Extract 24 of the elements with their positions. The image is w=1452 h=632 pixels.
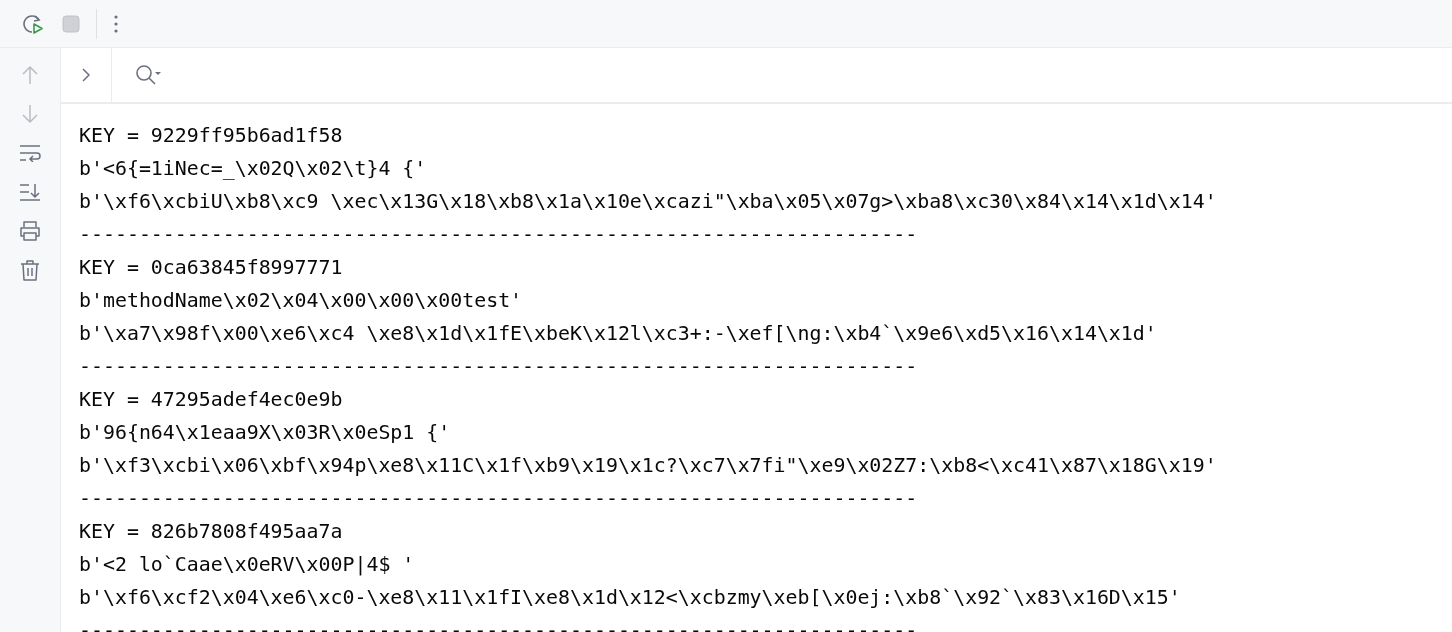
trash-icon[interactable] — [20, 259, 40, 281]
console-line: b'\xa7\x98f\x00\xe6\xc4 \xe8\x1d\x1fE\xbeK\x12l\xc3+:-\xef[\ng:\xb4`\x9e6\xd5\x16\x14\x1d' — [79, 321, 1157, 348]
console-line: b'\xf3\xcbi\x06\xbf\x94p\xe8\x11C\x1f\xb9\x19\x1c?\xc7\x7fi"\xe9\x02Z7:\xb8<\xc41\x87\x18G\x19' — [79, 453, 1217, 480]
console-line: KEY = 826b7808f495aa7a — [79, 519, 343, 546]
console-line: KEY = 0ca63845f8997771 — [79, 255, 343, 282]
console-line: ---------------------------------------------------------------------- — [79, 486, 918, 513]
console-line: b'96{n64\x1eaa9X\x03R\x0eSp1 {' — [79, 420, 451, 447]
console-line: KEY = 47295adef4ec0e9b — [79, 387, 343, 414]
console-line: b'<6{=1iNec=_\x02Q\x02\t}4 {' — [79, 156, 427, 183]
console-line: b'<2 lo`Caae\x0eRV\x00P|4$ ' — [79, 552, 415, 579]
console-line: ---------------------------------------------------------------------- — [79, 354, 918, 381]
console-line: b'\xf6\xcbiU\xb8\xc9 \xec\x13G\x18\xb8\x1a\x10e\xcazi"\xba\x05\x07g>\xba8\xc30\x84\x14\x1d\x14' — [79, 189, 1217, 216]
console-line: ---------------------------------------------------------------------- — [79, 222, 918, 249]
console-line: b'methodName\x02\x04\x00\x00\x00test' — [79, 288, 523, 315]
search-icon[interactable] — [135, 64, 161, 87]
console-line: KEY = 9229ff95b6ad1f58 — [79, 123, 343, 150]
soft-wrap-icon[interactable] — [19, 144, 41, 162]
console-line: ---------------------------------------------------------------------- — [79, 618, 918, 632]
rerun-icon[interactable] — [22, 12, 44, 35]
chevron-right-icon[interactable] — [82, 68, 90, 83]
console-line: b'\xf6\xcf2\x04\xe6\xc0-\xe8\x11\x1fI\xe8\x1d\x12<\xcbzmy\xeb[\x0ej:\xb8`\x92`\x83\x16D\x15' — [79, 585, 1181, 612]
more-icon[interactable] — [113, 13, 119, 34]
printer-icon[interactable] — [19, 221, 41, 241]
scroll-to-end-icon[interactable] — [19, 182, 41, 202]
